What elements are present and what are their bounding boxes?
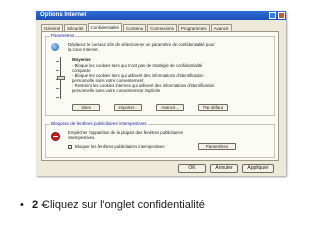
popup-group-label: Bloqueur de fenêtres publicitaires intem… [50, 121, 148, 127]
instruction-text: Cliquez sur l'onglet confidentialité [42, 199, 205, 211]
internet-options-screenshot: Options Internet Général Sécurité Confid… [36, 11, 286, 176]
popup-settings-button[interactable]: Paramètres [198, 143, 236, 150]
no-entry-icon [51, 132, 60, 141]
popup-blocker-checkbox[interactable]: ✓ [68, 145, 72, 150]
settings-group-label: Paramètres [50, 33, 76, 39]
ok-button[interactable]: OK [178, 164, 206, 173]
sites-button[interactable]: Sites [72, 104, 100, 111]
advanced-button[interactable]: Avancé... [156, 104, 184, 111]
popup-checkbox-label: Bloquer les fenêtres publicitaires intem… [75, 144, 165, 149]
popup-description: Empêcher l'apparition de la plupart des … [68, 130, 183, 140]
settings-item-1: - Bloque les cookies tiers qui n'ont pas… [72, 63, 203, 73]
popup-blocker-group: Bloqueur de fenêtres publicitaires intem… [45, 121, 275, 158]
privacy-level: Moyenne [72, 57, 91, 62]
close-button[interactable] [278, 12, 285, 19]
settings-item-2: - Bloque les cookies tiers qui utilisent… [72, 73, 204, 83]
slider-thumb[interactable] [57, 76, 65, 80]
privacy-slider[interactable] [56, 57, 66, 99]
dialog-title: Options Internet [40, 12, 87, 18]
settings-item-3: - Restreint les cookies internes qui uti… [72, 83, 215, 93]
tab-bar: Général Sécurité Confidentialité Contenu… [41, 23, 232, 32]
settings-group: Paramètres Déplacez le curseur afin de s… [45, 33, 275, 116]
apply-button[interactable]: Appliquer [242, 164, 274, 173]
caption-bullet: • [20, 199, 24, 211]
help-button[interactable] [269, 12, 276, 19]
settings-description: Déplacez le curseur afin de sélectionner… [68, 42, 215, 52]
settings-icon [51, 43, 59, 51]
privacy-panel: Paramètres Déplacez le curseur afin de s… [41, 31, 279, 161]
dialog-titlebar: Options Internet [36, 11, 286, 20]
default-button[interactable]: Par défaut [198, 104, 228, 111]
import-button[interactable]: Importer... [114, 104, 142, 111]
cancel-button[interactable]: Annuler [210, 164, 238, 173]
